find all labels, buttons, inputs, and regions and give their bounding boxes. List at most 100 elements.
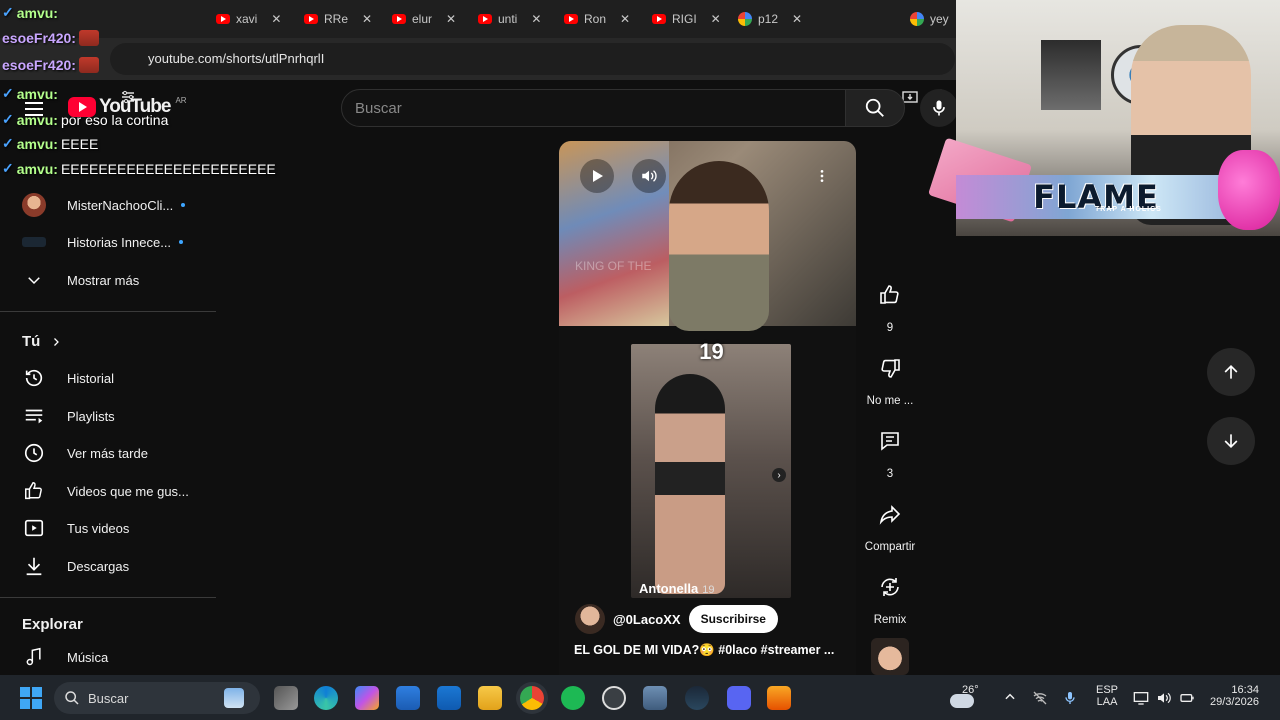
chat-user: amvu: — [16, 111, 58, 128]
search-button[interactable] — [845, 89, 905, 127]
browser-tab[interactable]: RRe ✕ — [304, 6, 372, 32]
sidebar-item-your-videos[interactable]: Tus videos — [0, 510, 216, 546]
sidebar-item-downloads[interactable]: Descargas — [0, 548, 216, 584]
taskbar-search[interactable]: Buscar — [54, 682, 260, 714]
channel-avatar — [22, 193, 46, 217]
chat-message: EEEEEEEEEEEEEEEEEEEEEEE — [60, 160, 276, 177]
microphone-icon[interactable] — [1062, 689, 1078, 707]
weather-temperature[interactable]: 26° — [962, 684, 979, 696]
edge-icon[interactable] — [314, 686, 338, 710]
browser-tab[interactable]: p12 ✕ — [738, 6, 802, 32]
browser-tab[interactable]: unti ✕ — [478, 6, 541, 32]
like-button[interactable]: 9 — [866, 272, 914, 334]
close-icon[interactable]: ✕ — [531, 12, 541, 26]
close-icon[interactable]: ✕ — [792, 12, 802, 26]
chat-line: esoeFr420: — [2, 57, 99, 73]
weather-cloud-icon[interactable] — [950, 694, 974, 708]
dislike-button[interactable]: No me ... — [866, 345, 914, 407]
browser-tab[interactable]: RIGI ✕ — [652, 6, 721, 32]
battery-icon[interactable] — [1179, 690, 1195, 706]
profile-name: Antonella — [639, 581, 699, 596]
verified-check-icon: ✓ — [2, 4, 14, 20]
share-button[interactable]: Compartir — [864, 491, 916, 553]
windows-start-icon[interactable] — [19, 686, 43, 710]
age-badge: 19 — [699, 339, 724, 364]
like-count: 9 — [886, 322, 894, 334]
play-button[interactable] — [580, 159, 614, 193]
close-icon[interactable]: ✕ — [711, 12, 721, 26]
chrome-icon[interactable] — [520, 686, 544, 710]
close-icon[interactable]: ✕ — [446, 12, 456, 26]
share-label: Compartir — [864, 541, 916, 553]
chat-user: amvu: — [16, 135, 58, 152]
chevron-up-icon[interactable] — [1003, 690, 1017, 704]
browser-tab[interactable]: yey — [910, 6, 949, 32]
sidebar-subscription-item[interactable]: MisterNachooCli... — [0, 187, 216, 223]
more-options-button[interactable] — [805, 159, 839, 193]
search-input[interactable] — [355, 98, 825, 118]
browser-toolbar — [0, 38, 956, 105]
file-explorer-icon[interactable] — [478, 686, 502, 710]
previous-short-button[interactable] — [1207, 348, 1255, 396]
pink-sticker — [1218, 150, 1280, 230]
chat-line: esoeFr420: — [2, 30, 99, 46]
sidebar-item-liked-videos[interactable]: Videos que me gus... — [0, 473, 216, 509]
settings-icon[interactable] — [643, 686, 667, 710]
chat-line: ✓ amvu: EEEE — [2, 135, 98, 152]
short-video-player[interactable]: KING OF THE 19 Antonella 19 › @0LacoXX Su… — [559, 141, 856, 675]
play-icon — [593, 170, 603, 182]
sidebar-item-watch-later[interactable]: Ver más tarde — [0, 435, 216, 471]
fl-studio-icon[interactable] — [767, 686, 791, 710]
store-icon[interactable] — [396, 686, 420, 710]
outlook-icon[interactable] — [437, 686, 461, 710]
channel-name[interactable]: @0LacoXX — [613, 612, 681, 627]
voice-search-button[interactable] — [920, 89, 958, 127]
network-off-icon[interactable] — [1032, 690, 1048, 706]
section-title: Explorar — [22, 616, 83, 633]
browser-tab[interactable]: xavi ✕ — [216, 6, 281, 32]
discord-icon[interactable] — [727, 686, 751, 710]
language-code: ESP — [1096, 684, 1119, 696]
browser-tab[interactable]: Ron ✕ — [564, 6, 630, 32]
close-icon[interactable]: ✕ — [271, 12, 281, 26]
tab-label: elur — [412, 12, 433, 26]
steam-icon[interactable] — [685, 686, 709, 710]
short-title[interactable]: EL GOL DE MI VIDA?😳 #0laco #streamer ... — [574, 643, 834, 658]
sidebar-item-label: Videos que me gus... — [67, 483, 189, 499]
copilot-icon[interactable] — [355, 686, 379, 710]
sidebar-show-more[interactable]: Mostrar más — [0, 262, 216, 298]
display-icon[interactable] — [1133, 690, 1149, 706]
volume-icon[interactable] — [1156, 690, 1172, 706]
sidebar-item-music[interactable]: Música — [0, 639, 216, 675]
url-text[interactable]: youtube.com/shorts/utlPnrhqrlI — [148, 51, 324, 66]
sidebar-section-you[interactable]: Tú — [22, 333, 62, 350]
browser-tab[interactable]: elur ✕ — [392, 6, 456, 32]
google-icon — [738, 12, 752, 26]
spotify-icon[interactable] — [561, 686, 585, 710]
sidebar-subscription-item[interactable]: Historias Innece... — [0, 224, 216, 260]
next-short-button[interactable] — [1207, 417, 1255, 465]
chat-avatar — [78, 30, 99, 46]
remix-button[interactable]: Remix — [866, 564, 914, 626]
watch-later-icon — [24, 443, 44, 463]
arrow-down-icon — [1224, 434, 1238, 449]
google-icon — [910, 12, 924, 26]
close-icon[interactable]: ✕ — [620, 12, 630, 26]
subscribe-button[interactable]: Suscribirse — [688, 605, 778, 633]
thumbs-up-icon — [880, 285, 899, 304]
sidebar-item-history[interactable]: Historial — [0, 360, 216, 396]
channel-avatar[interactable] — [575, 604, 605, 634]
volume-button[interactable] — [632, 159, 666, 193]
sound-thumbnail[interactable] — [871, 638, 909, 675]
download-icon — [26, 557, 42, 576]
verified-check-icon: ✓ — [2, 160, 14, 176]
chat-user: amvu: — [16, 4, 58, 21]
tab-label: RIGI — [672, 12, 697, 26]
task-view-icon[interactable] — [274, 686, 298, 710]
sidebar-item-playlists[interactable]: Playlists — [0, 398, 216, 434]
taskbar-clock[interactable]: 16:34 29/3/2026 — [1210, 684, 1259, 708]
comments-button[interactable]: 3 — [866, 418, 914, 480]
input-language[interactable]: ESP LAA — [1096, 684, 1118, 708]
obs-icon[interactable] — [602, 686, 626, 710]
close-icon[interactable]: ✕ — [362, 12, 372, 26]
